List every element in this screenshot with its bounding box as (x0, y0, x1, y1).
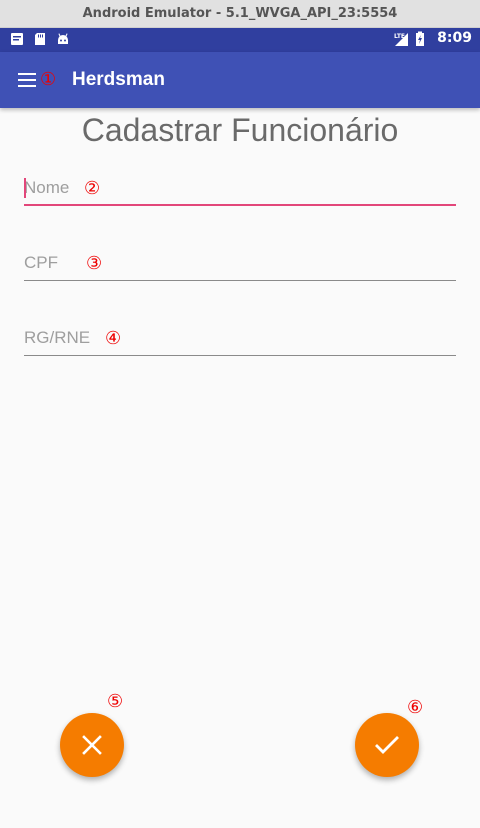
name-field-underline (24, 204, 456, 206)
rg-field-underline (24, 355, 456, 356)
sd-card-icon (33, 31, 47, 45)
rg-input[interactable] (24, 322, 456, 354)
emulator-title-bar: Android Emulator - 5.1_WVGA_API_23:5554 (0, 0, 480, 28)
app-bar: ① Herdsman (0, 52, 480, 108)
confirm-button[interactable] (355, 713, 419, 777)
annotation-marker-2: ② (84, 178, 101, 199)
emulator-title: Android Emulator - 5.1_WVGA_API_23:5554 (82, 6, 398, 21)
annotation-marker-5: ⑤ (107, 691, 124, 712)
cpf-field-underline (24, 280, 456, 281)
cancel-button[interactable] (60, 713, 124, 777)
rg-field[interactable] (24, 322, 456, 356)
lte-signal-icon: LTE (393, 31, 409, 46)
svg-text:LTE: LTE (394, 33, 405, 40)
annotation-marker-6: ⑥ (407, 697, 424, 718)
battery-charging-icon (415, 31, 429, 46)
check-icon (375, 736, 399, 754)
text-cursor (24, 178, 26, 198)
close-icon (82, 735, 102, 755)
notification-message-icon (10, 31, 24, 45)
android-icon (56, 31, 70, 45)
annotation-marker-3: ③ (86, 253, 103, 274)
app-title: Herdsman (72, 69, 165, 90)
annotation-marker-1: ① (40, 69, 57, 90)
hamburger-menu-icon (18, 73, 36, 87)
annotation-marker-4: ④ (105, 328, 122, 349)
status-bar: LTE 8:09 (0, 28, 480, 52)
page-title: Cadastrar Funcionário (81, 112, 399, 148)
status-time: 8:09 (437, 30, 472, 46)
